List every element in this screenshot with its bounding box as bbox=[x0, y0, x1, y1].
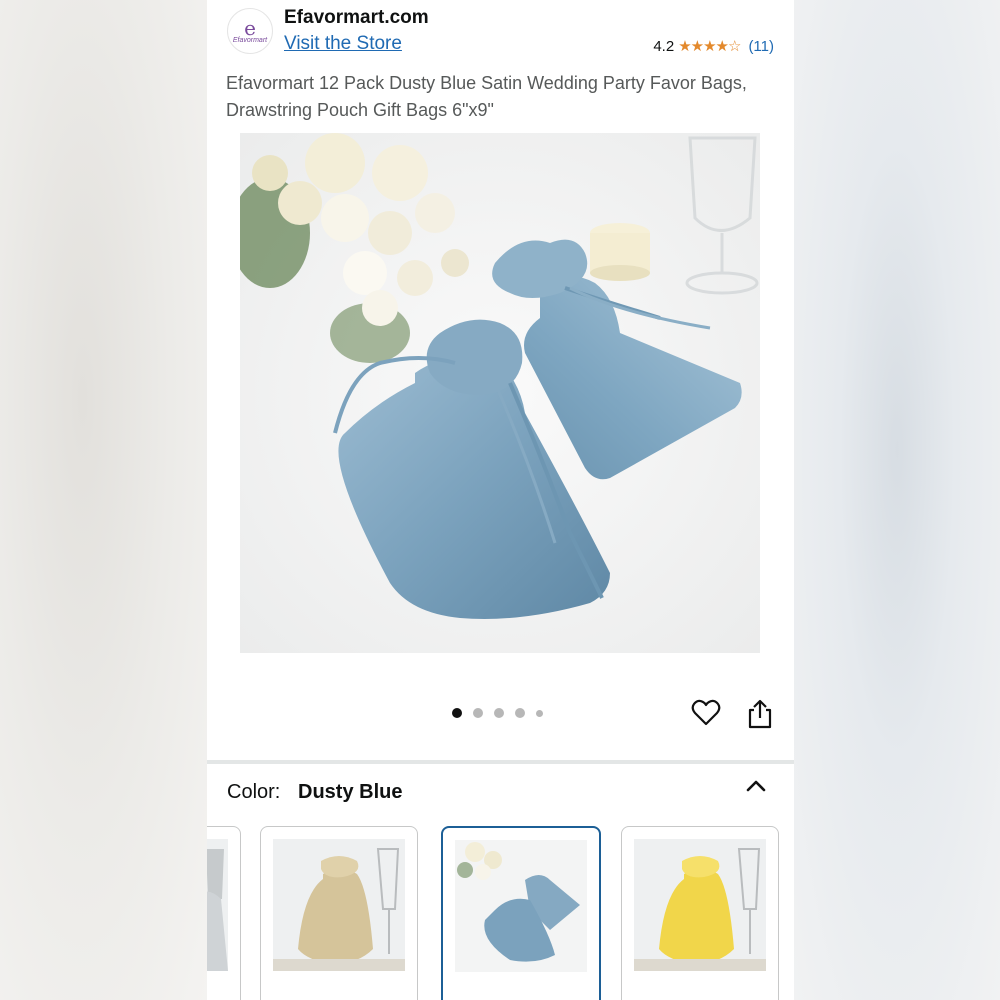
product-main-image[interactable] bbox=[240, 133, 760, 653]
swatch-thumbnail bbox=[207, 839, 228, 971]
rating-value: 4.2 bbox=[653, 37, 675, 55]
image-pagination[interactable] bbox=[452, 708, 543, 718]
color-swatch-champagne[interactable] bbox=[260, 826, 418, 1000]
chevron-up-icon[interactable] bbox=[743, 776, 769, 796]
swatch-thumbnail bbox=[273, 839, 405, 971]
pagination-dot-active[interactable] bbox=[452, 708, 462, 718]
pagination-dot[interactable] bbox=[494, 708, 504, 718]
pagination-dot[interactable] bbox=[536, 709, 543, 717]
rating-count-link[interactable]: (11) bbox=[748, 38, 774, 55]
product-photo-illustration bbox=[240, 133, 760, 653]
color-swatch-yellow[interactable] bbox=[621, 826, 779, 1000]
selected-color-value: Dusty Blue bbox=[298, 781, 403, 803]
product-title: Efavormart 12 Pack Dusty Blue Satin Wedd… bbox=[226, 73, 747, 120]
product-page: e Efavormart Efavormart.com Visit the St… bbox=[207, 0, 794, 1000]
store-logo[interactable]: e Efavormart bbox=[227, 8, 273, 54]
candle bbox=[590, 223, 650, 281]
blurred-background-right bbox=[794, 0, 1000, 1000]
store-logo-letter: e bbox=[244, 15, 256, 40]
heart-icon[interactable] bbox=[691, 698, 721, 728]
pagination-dot[interactable] bbox=[473, 708, 483, 718]
pagination-dot[interactable] bbox=[515, 708, 525, 718]
store-name: Efavormart.com bbox=[284, 7, 429, 28]
blurred-background-left bbox=[0, 0, 207, 1000]
section-divider bbox=[207, 760, 794, 764]
color-label: Color: bbox=[227, 781, 281, 803]
store-logo-text: Efavormart bbox=[232, 36, 268, 44]
star-rating-icon: ★★★★☆ bbox=[678, 38, 741, 55]
share-icon[interactable] bbox=[745, 698, 775, 730]
swatch-thumbnail bbox=[634, 839, 766, 971]
color-swatch-dusty-blue[interactable] bbox=[441, 826, 601, 1000]
swatch-thumbnail bbox=[455, 840, 587, 972]
rating-summary[interactable]: 4.2 ★★★★☆ (11) bbox=[653, 37, 774, 56]
color-swatch-silver[interactable] bbox=[207, 826, 241, 1000]
visit-store-link[interactable]: Visit the Store bbox=[284, 33, 402, 55]
